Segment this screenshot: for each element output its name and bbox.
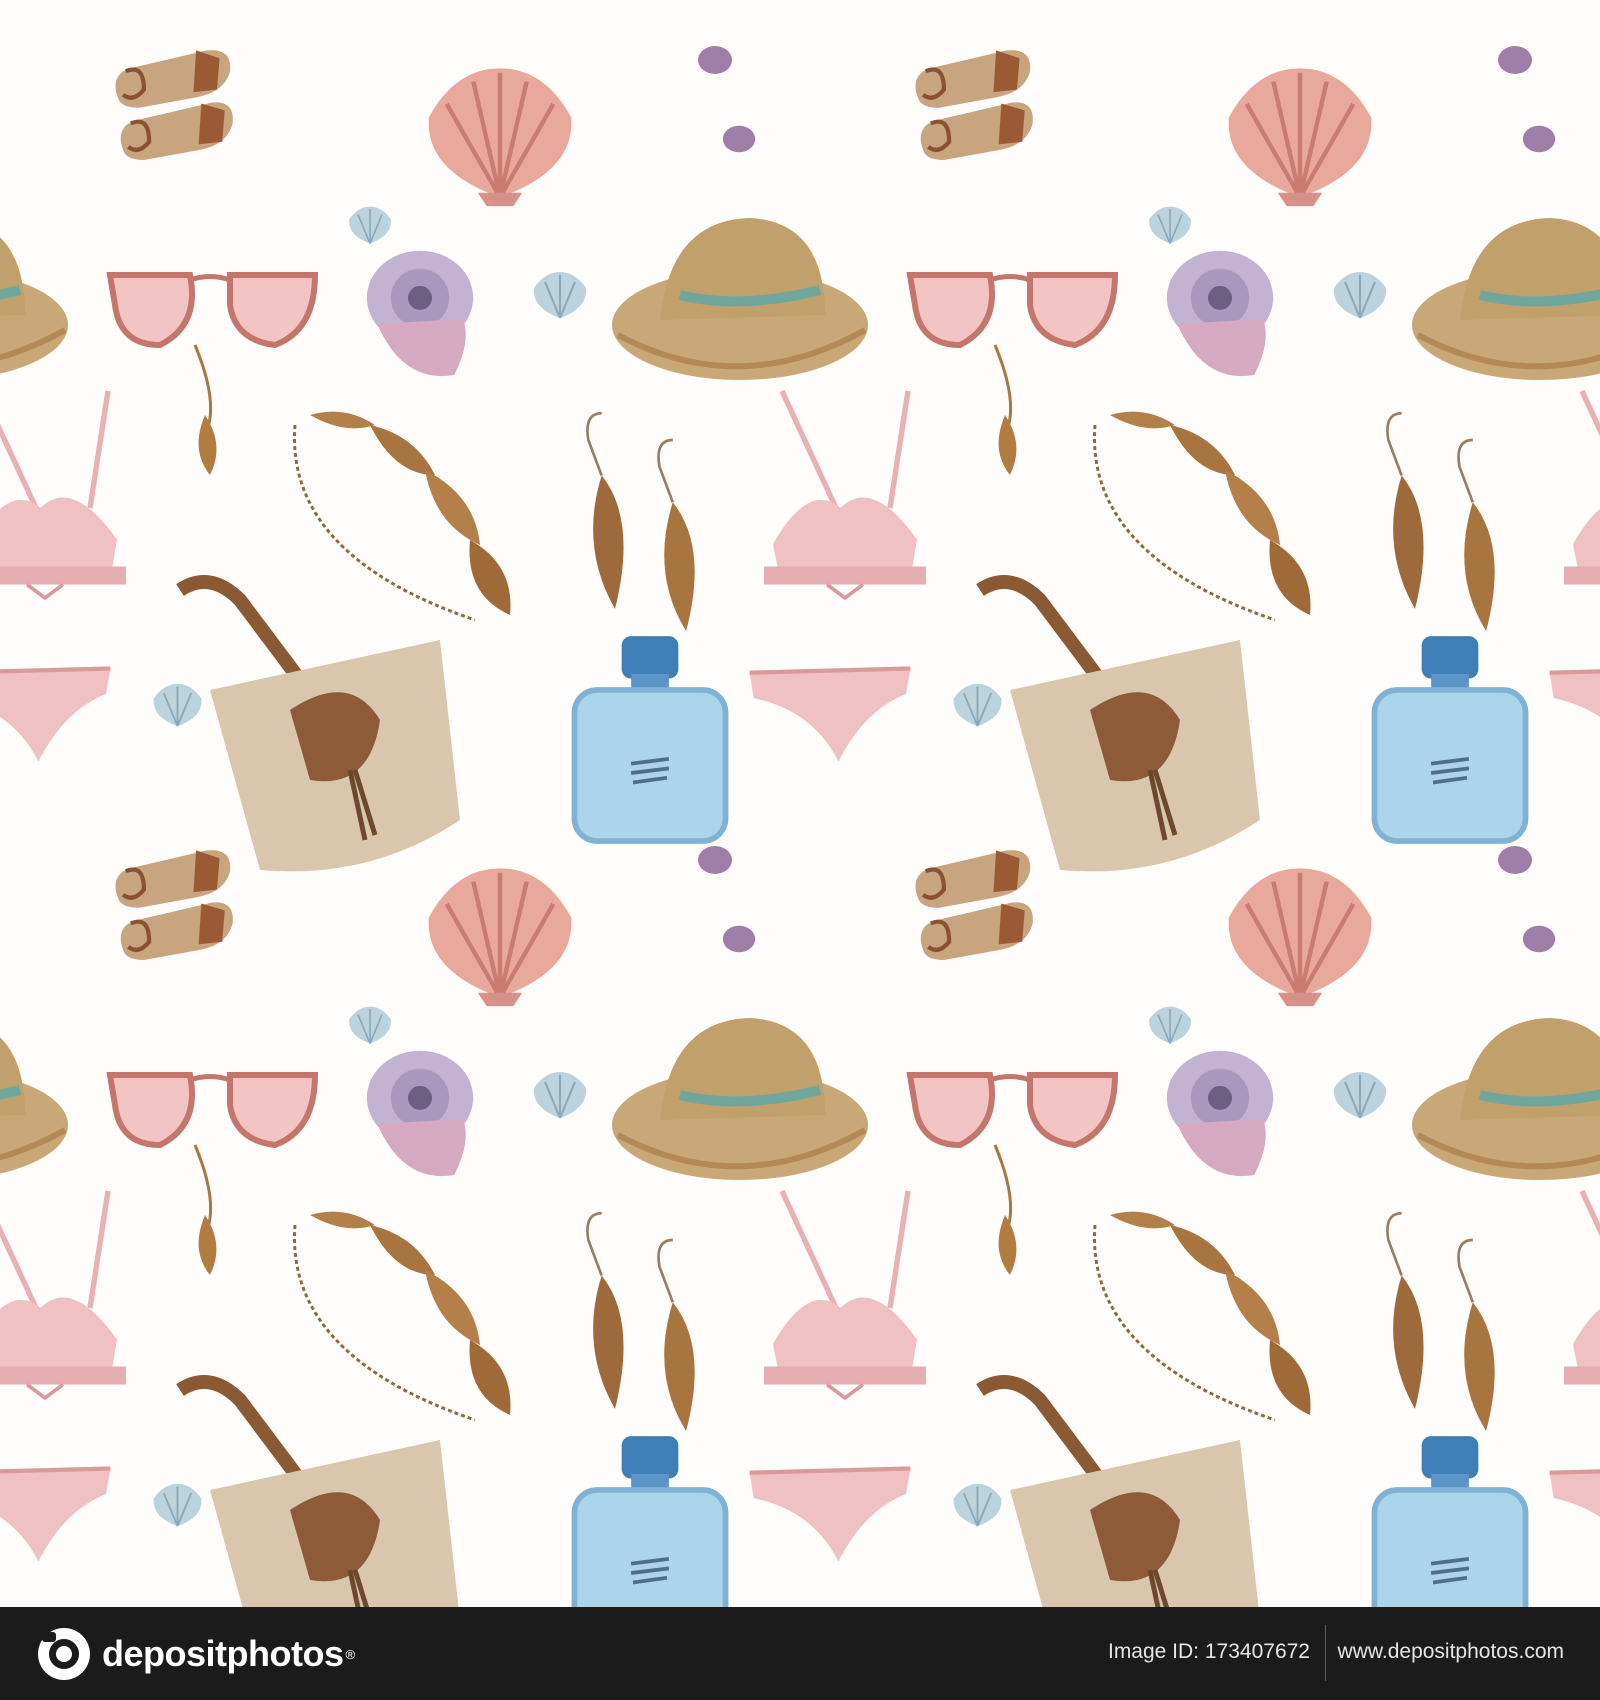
logo-text: depositphotos bbox=[102, 1633, 344, 1674]
pebble-icon bbox=[532, 271, 588, 319]
pattern-tile bbox=[0, 46, 126, 871]
pattern-tile bbox=[910, 846, 1600, 1607]
scallop-shell-icon bbox=[429, 68, 572, 206]
depositphotos-logo[interactable]: depositphotos ® bbox=[36, 1625, 355, 1683]
sandal-icon bbox=[115, 50, 232, 160]
pattern-tile bbox=[110, 846, 926, 1607]
snail-shell-icon bbox=[366, 250, 474, 377]
pattern-tile bbox=[110, 46, 926, 871]
pebble-icon bbox=[698, 46, 732, 74]
pattern-artwork bbox=[0, 0, 1600, 1607]
feather-earrings-icon bbox=[585, 411, 697, 633]
pebble-icon bbox=[348, 205, 392, 245]
sunglasses-icon bbox=[110, 275, 315, 475]
footer-bar: depositphotos ® Image ID: 173407672 www.d… bbox=[0, 1607, 1600, 1700]
footer-divider bbox=[1325, 1625, 1326, 1681]
feather-necklace-icon bbox=[292, 409, 513, 622]
image-id: Image ID: 173407672 bbox=[1108, 1640, 1310, 1664]
pebble-icon bbox=[152, 682, 203, 728]
pattern-tile bbox=[0, 846, 126, 1607]
logo-registered-mark: ® bbox=[345, 1646, 356, 1662]
pattern-canvas bbox=[0, 46, 1600, 1607]
straw-bag-icon bbox=[180, 582, 460, 871]
perfume-bottle-icon bbox=[574, 636, 725, 841]
image-id-label: Image ID: bbox=[1107, 1640, 1200, 1663]
bikini-top-icon bbox=[764, 391, 926, 598]
image-id-value: 173407672 bbox=[1204, 1640, 1310, 1663]
straw-hat-icon bbox=[612, 218, 868, 380]
pebble-icon bbox=[722, 125, 756, 153]
site-url-link[interactable]: www.depositphotos.com bbox=[1338, 1640, 1564, 1664]
camera-logo-icon bbox=[38, 1628, 90, 1680]
pattern-tile bbox=[910, 46, 1600, 871]
bikini-bottom-icon bbox=[750, 668, 911, 761]
pattern-tile-grid bbox=[0, 46, 1600, 1607]
